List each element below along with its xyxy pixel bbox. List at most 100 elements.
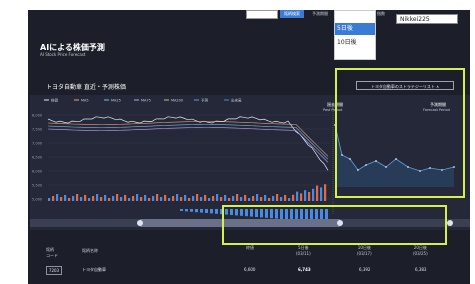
volume-bar — [76, 194, 79, 201]
volume-bar — [284, 195, 287, 201]
forecast-period-dropdown[interactable]: 5日後 10日後 — [334, 10, 376, 60]
row-name: トヨタ自動車 — [82, 267, 106, 272]
volume-bar — [192, 196, 195, 201]
volume-bar — [268, 198, 271, 201]
volume-bar — [60, 197, 63, 201]
th-20day: 20日後 (03/25) — [413, 245, 428, 256]
volume-bar — [232, 196, 235, 201]
volume-bar — [88, 198, 91, 201]
volume-bar — [280, 197, 283, 201]
volume-bar — [304, 190, 307, 201]
volume-bar — [160, 197, 163, 201]
legend-item: 株価 — [51, 98, 58, 103]
volume-bar — [300, 193, 303, 201]
range-slider-end-handle[interactable] — [447, 220, 453, 226]
legend-item: 予測 — [201, 98, 208, 103]
volume-bar — [252, 196, 255, 201]
legend-item: MA200 — [171, 99, 183, 103]
index-select[interactable]: Nikkei225 — [396, 14, 458, 24]
th-10day: 10日後 (03/17) — [357, 245, 372, 256]
volume-bar — [216, 194, 219, 201]
indicator-bar — [210, 209, 213, 214]
search-input[interactable] — [246, 10, 278, 19]
volume-bar — [224, 195, 227, 201]
volume-bar — [56, 194, 59, 201]
volume-bar — [72, 196, 75, 201]
indicator-bar — [195, 209, 198, 213]
volume-bar — [204, 195, 207, 201]
volume-bar — [244, 195, 247, 201]
stock-search-button[interactable]: 銘柄検索 — [280, 10, 304, 18]
volume-bar — [184, 195, 187, 201]
section-title: トヨタ自動車 直近・予測株価 — [46, 84, 126, 91]
volume-bar — [220, 197, 223, 201]
legend-item: 出来高 — [231, 98, 242, 103]
indicator-bar — [200, 209, 203, 213]
volume-bar — [104, 195, 107, 201]
dropdown-spacer — [335, 11, 375, 23]
legend-item: MA25 — [111, 99, 121, 103]
volume-bar — [320, 187, 323, 201]
y-tick-label: 6,000 — [32, 170, 42, 174]
volume-bar — [208, 198, 211, 201]
highlight-slider-box — [222, 205, 447, 245]
volume-bar — [140, 197, 143, 201]
volume-bar — [132, 196, 135, 201]
volume-bar — [264, 195, 267, 201]
page-root: 銘柄検索 予測期間 指数 5日後 10日後 Nikkei225 AIによる株価予… — [0, 0, 475, 284]
volume-bar — [316, 185, 319, 201]
volume-bar — [156, 194, 159, 201]
volume-bar — [236, 194, 239, 201]
th-name: 銘柄名称 — [82, 248, 98, 253]
volume-bar — [168, 198, 171, 201]
volume-bar — [92, 196, 95, 201]
y-tick-label: 6,500 — [32, 156, 42, 160]
range-slider-left-handle[interactable] — [137, 220, 143, 226]
dropdown-option-10days[interactable]: 10日後 — [335, 37, 375, 49]
volume-bar — [200, 197, 203, 201]
volume-bar — [124, 195, 127, 201]
indicator-bar — [215, 209, 218, 214]
highlight-forecast-box — [335, 68, 465, 198]
row-5day: 6,743 — [298, 267, 311, 272]
legend-item: MA75 — [141, 99, 151, 103]
th-close: 終値 — [246, 245, 254, 250]
volume-bar — [196, 194, 199, 201]
page-subtitle: AI Stock Price Forecast — [40, 52, 86, 57]
legend-item: MA5 — [81, 99, 89, 103]
volume-bar — [312, 188, 315, 201]
y-tick-label: 5,500 — [32, 184, 42, 188]
volume-bar — [308, 192, 311, 201]
th-5day: 5日後 (03/11) — [296, 245, 311, 256]
forecast-period-label: 予測期間 — [312, 11, 328, 16]
th-code: 銘柄 コード — [46, 247, 58, 258]
volume-bar — [152, 196, 155, 201]
volume-bar — [176, 194, 179, 201]
volume-bar — [228, 198, 231, 201]
volume-bar — [164, 195, 167, 201]
volume-bar — [240, 197, 243, 201]
volume-bar — [180, 197, 183, 201]
volume-bar — [136, 194, 139, 201]
row-10day: 6,392 — [359, 267, 371, 272]
indicator-bar — [185, 209, 188, 212]
top-strip — [0, 0, 475, 10]
y-tick-label: 8,000 — [32, 114, 42, 118]
row-code-link[interactable]: 7203 — [46, 266, 62, 275]
volume-bar — [272, 196, 275, 201]
volume-bar — [128, 198, 131, 201]
volume-bar — [276, 194, 279, 201]
volume-bar — [144, 195, 147, 201]
y-tick-label: 7,500 — [32, 128, 42, 132]
volume-bar — [84, 195, 87, 201]
volume-bar — [324, 184, 327, 201]
volume-bar — [80, 197, 83, 201]
volume-bar — [148, 198, 151, 201]
indicator-bar — [180, 209, 183, 211]
volume-bar — [116, 194, 119, 201]
volume-bar — [292, 194, 295, 201]
volume-bar — [256, 194, 259, 201]
indicator-bar — [205, 209, 208, 213]
dropdown-option-5days[interactable]: 5日後 — [335, 23, 375, 35]
y-tick-label: 7,000 — [32, 142, 42, 146]
